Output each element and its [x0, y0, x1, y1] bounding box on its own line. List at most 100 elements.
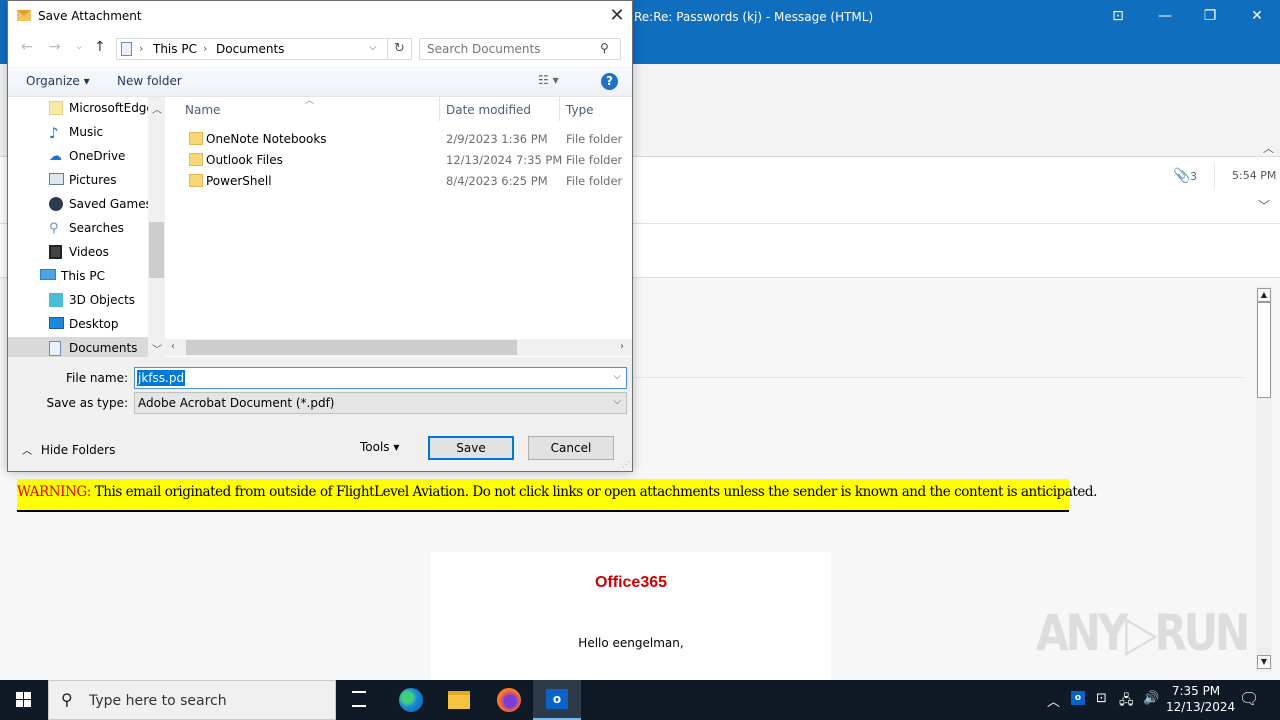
file-name: Outlook Files: [206, 153, 283, 167]
scroll-down-chevron-icon[interactable]: ﹀: [152, 341, 162, 356]
edge-icon: [399, 688, 423, 712]
scrollbar-thumb[interactable]: [186, 340, 517, 355]
file-row[interactable]: OneNote Notebooks 2/9/2023 1:36 PM File fo…: [165, 129, 632, 150]
tree-item-3d-objects[interactable]: 3D Objects: [8, 289, 148, 313]
address-bar[interactable]: › This PC › Documents ⌵ ↻: [116, 38, 412, 60]
save-as-type-chevron-icon[interactable]: ⌵: [613, 396, 621, 407]
breadcrumb-separator-icon: ›: [203, 42, 208, 55]
save-as-type-value: Adobe Acrobat Document (*.pdf): [138, 396, 335, 410]
minimize-button[interactable]: —: [1145, 4, 1185, 28]
column-header-name[interactable]: Name: [185, 103, 220, 117]
dialog-close-button[interactable]: ✕: [604, 3, 630, 29]
tree-vertical-scrollbar[interactable]: ︿ ﹀: [148, 97, 165, 357]
file-name-label: File name:: [66, 371, 128, 385]
tree-item-searches[interactable]: ⚲ Searches: [8, 217, 148, 241]
scrollbar-thumb[interactable]: [1257, 302, 1271, 398]
breadcrumb-documents[interactable]: Documents: [216, 42, 284, 56]
taskbar: ⚲ Type here to search o ︿ o ⊡ 🖧 🔊 7:35 P…: [0, 680, 1280, 720]
column-divider[interactable]: [439, 97, 440, 121]
search-input[interactable]: [420, 39, 596, 59]
tree-item-videos[interactable]: Videos: [8, 241, 148, 265]
scroll-left-chevron-icon[interactable]: ‹: [171, 341, 175, 352]
warning-label: WARNING:: [17, 484, 91, 500]
save-as-type-select[interactable]: Adobe Acrobat Document (*.pdf) ⌵: [134, 392, 627, 414]
system-clock[interactable]: 7:35 PM 12/13/2024: [1166, 683, 1236, 715]
tree-item-onedrive[interactable]: ☁ OneDrive: [8, 145, 148, 169]
network-icon[interactable]: 🖧: [1119, 691, 1134, 713]
recent-locations-chevron-icon[interactable]: ⌄: [75, 41, 83, 52]
warning-text: This email originated from outside of Fl…: [90, 484, 1098, 500]
music-icon: ♪: [49, 124, 59, 142]
file-row[interactable]: PowerShell 8/4/2023 6:25 PM File folder: [165, 171, 632, 192]
tree-item-saved-games[interactable]: Saved Games: [8, 193, 152, 217]
taskbar-app-outlook[interactable]: o: [533, 680, 581, 720]
hide-folders-label: Hide Folders: [40, 443, 116, 457]
outlook-tray-icon[interactable]: o: [1071, 691, 1085, 705]
tree-item-documents[interactable]: Documents: [8, 337, 148, 357]
column-divider[interactable]: [559, 97, 560, 121]
expand-header-chevron-icon[interactable]: ﹀: [1258, 197, 1270, 214]
organize-button[interactable]: Organize ▾: [26, 74, 90, 88]
action-center-icon[interactable]: 🗨: [1239, 689, 1259, 708]
desktop-icon: [49, 317, 64, 329]
back-arrow-icon[interactable]: ←: [21, 39, 33, 55]
column-header-date-modified[interactable]: Date modified: [446, 103, 531, 117]
file-name-dropdown-chevron-icon[interactable]: ⌵: [613, 371, 621, 382]
search-box[interactable]: ⚲: [419, 38, 621, 60]
cancel-button[interactable]: Cancel: [528, 436, 614, 460]
forward-arrow-icon[interactable]: →: [49, 39, 61, 55]
file-list-horizontal-scrollbar[interactable]: ‹ ›: [165, 339, 632, 356]
breadcrumb-this-pc[interactable]: This PC: [153, 42, 197, 56]
show-hidden-icons-chevron-icon[interactable]: ︿: [1047, 691, 1060, 710]
collapse-ribbon-icon[interactable]: ︿: [1263, 140, 1274, 156]
tree-item-pictures[interactable]: Pictures: [8, 169, 148, 193]
scroll-down-arrow-icon[interactable]: ▼: [1257, 655, 1271, 669]
taskbar-app-edge[interactable]: [387, 680, 435, 720]
column-header-type[interactable]: Type: [566, 103, 594, 117]
change-view-button[interactable]: ☷ ▾: [538, 73, 559, 87]
scroll-right-chevron-icon[interactable]: ›: [620, 341, 624, 352]
file-name-combobox[interactable]: ⌵: [134, 367, 627, 389]
ribbon-display-options-button[interactable]: ⊡: [1098, 4, 1138, 28]
save-button[interactable]: Save: [428, 436, 514, 460]
file-name-input[interactable]: [137, 370, 185, 386]
taskbar-app-firefox[interactable]: [485, 680, 533, 720]
file-list: ︿ Name Date modified Type OneNote Notebo…: [165, 96, 632, 357]
tree-item-music[interactable]: ♪ Music: [8, 121, 148, 145]
refresh-icon[interactable]: ↻: [387, 39, 411, 59]
taskbar-app-file-explorer[interactable]: [435, 680, 483, 720]
file-type: File folder: [566, 153, 623, 167]
scroll-up-chevron-icon[interactable]: ︿: [152, 101, 162, 116]
tree-item-label: MicrosoftEdge: [69, 101, 154, 115]
hide-folders-button[interactable]: ︿ Hide Folders: [22, 442, 115, 457]
taskbar-search-box[interactable]: ⚲ Type here to search: [48, 680, 336, 720]
scroll-up-arrow-icon[interactable]: ▲: [1257, 288, 1271, 302]
divider: [1214, 163, 1215, 189]
task-view-button[interactable]: [336, 680, 384, 720]
resize-grip-icon[interactable]: ⋰: [622, 460, 630, 469]
tree-item-this-pc[interactable]: This PC: [8, 265, 148, 289]
tools-button[interactable]: Tools ▾: [360, 440, 399, 454]
message-vertical-scrollbar[interactable]: ▲ ▼: [1256, 286, 1272, 672]
file-row[interactable]: Outlook Files 12/13/2024 7:35 PM File fold…: [165, 150, 632, 171]
start-button[interactable]: [0, 680, 48, 720]
close-button[interactable]: ✕: [1237, 4, 1277, 28]
tree-item-label: 3D Objects: [69, 293, 136, 307]
saved-games-icon: [49, 197, 63, 211]
meet-now-icon[interactable]: ⊡: [1096, 691, 1107, 706]
tree-item-microsoftedge[interactable]: MicrosoftEdge: [8, 97, 154, 121]
search-icon[interactable]: ⚲: [600, 41, 609, 55]
help-icon[interactable]: ?: [601, 73, 618, 90]
up-arrow-icon[interactable]: ↑: [94, 39, 106, 55]
restore-button[interactable]: ❐: [1190, 4, 1230, 28]
volume-icon[interactable]: 🔊: [1143, 691, 1159, 706]
new-folder-button[interactable]: New folder: [117, 74, 182, 88]
tree-item-desktop[interactable]: Desktop: [8, 313, 148, 337]
outlook-window-title: Re:Re: Passwords (kj) - Message (HTML): [634, 10, 874, 24]
clock-date: 12/13/2024: [1166, 700, 1236, 714]
tree-item-label: This PC: [61, 269, 105, 283]
divider: [634, 377, 1244, 378]
scrollbar-thumb[interactable]: [149, 222, 164, 278]
save-as-type-label: Save as type:: [46, 396, 128, 410]
address-history-chevron-icon[interactable]: ⌵: [369, 42, 377, 53]
